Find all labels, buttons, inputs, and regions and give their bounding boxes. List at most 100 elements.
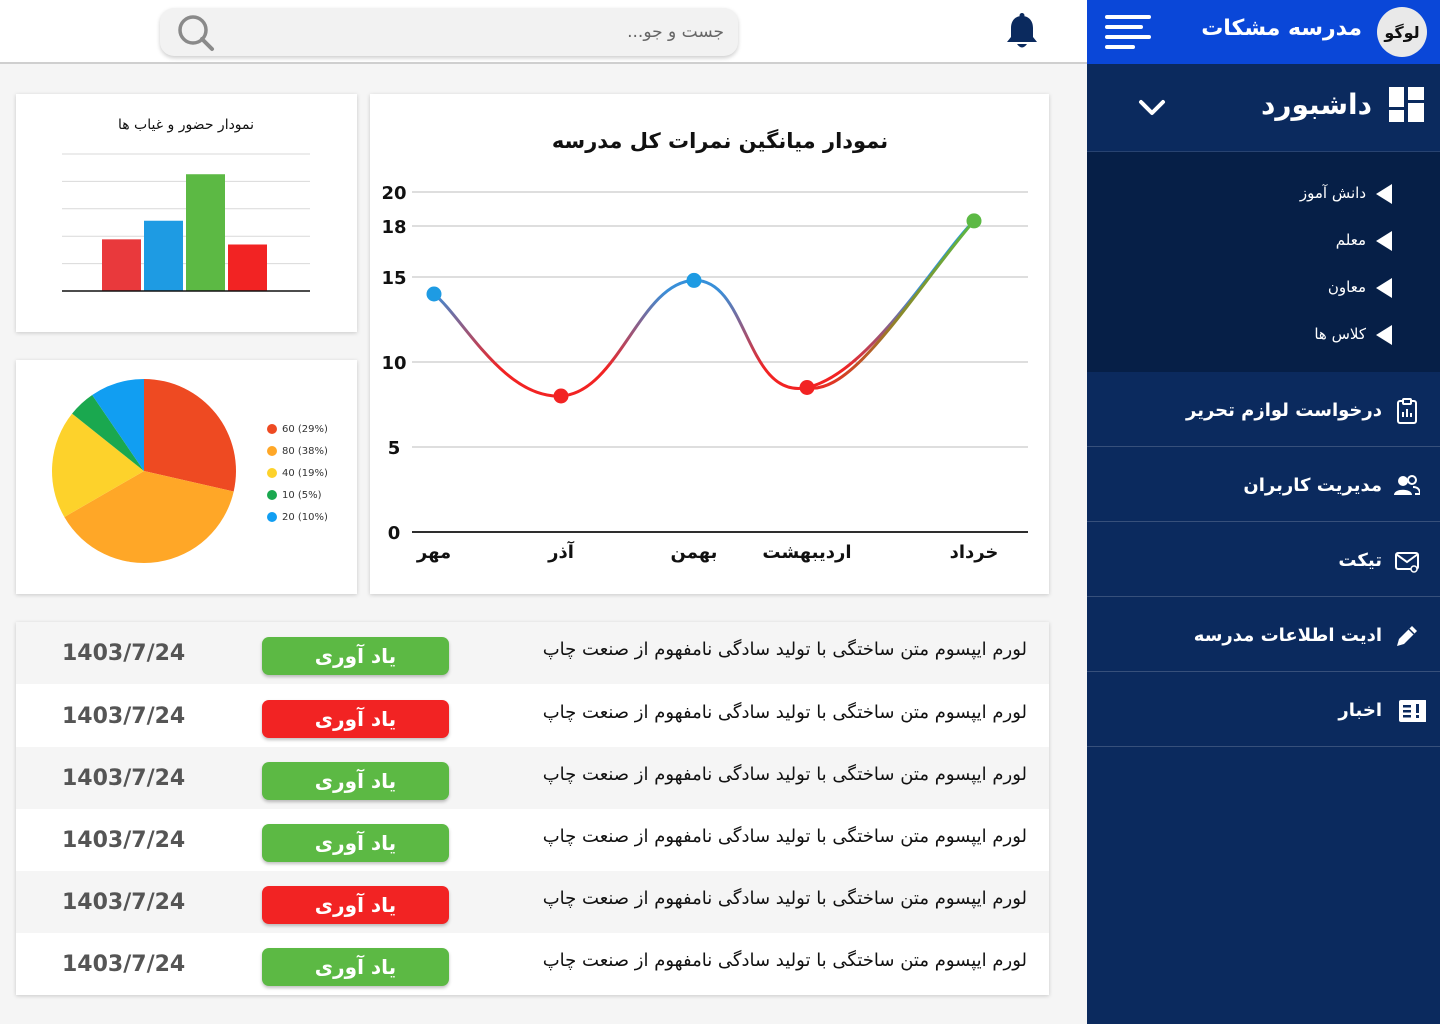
row-date: 1403/7/24 [62, 828, 186, 853]
chevron-down-icon[interactable] [1137, 92, 1167, 122]
legend-item: 60 (29%) [267, 424, 328, 435]
reminder-button[interactable]: یاد آوری [262, 948, 449, 986]
x-tick-label: آذر [547, 540, 575, 563]
data-point [799, 380, 815, 395]
dashboard-icon [1389, 87, 1424, 122]
bar [228, 244, 267, 291]
logo: لوگو [1377, 7, 1427, 57]
y-tick-label: 5 [388, 438, 401, 459]
submenu-item-deputy[interactable]: معاون [1087, 276, 1440, 323]
submenu-item-teachers[interactable]: معلم [1087, 229, 1440, 276]
data-point [426, 286, 442, 302]
row-date: 1403/7/24 [62, 766, 186, 791]
users-icon [1394, 475, 1420, 495]
average-grades-chart-card: نمودار میانگین نمرات کل مدرسه 0 5 10 15 18 20… [370, 94, 1049, 594]
legend-item: 40 (19%) [267, 468, 328, 479]
row-text: لورم ایپسوم متن ساختگی با تولید سادگی نا… [542, 639, 1027, 660]
attendance-chart-card: نمودار حضور و غیاب ها [16, 94, 357, 332]
reminders-table: 1403/7/24 یاد آوری لورم ایپسوم متن ساختگی … [16, 622, 1049, 995]
average-grades-line-chart: نمودار میانگین نمرات کل مدرسه 0 5 10 15 18 20… [381, 128, 1028, 563]
caret-left-icon [1376, 278, 1392, 298]
row-text: لورم ایپسوم متن ساختگی با تولید سادگی نا… [542, 702, 1027, 723]
submenu-item-classes[interactable]: کلاس ها [1087, 323, 1440, 370]
table-row: 1403/7/24 یاد آوری لورم ایپسوم متن ساختگی … [16, 685, 1049, 747]
dashboard-submenu: دانش آموز معلم معاون کلاس ها [1087, 152, 1440, 372]
data-point [686, 272, 702, 288]
submenu-item-label: معاون [1327, 278, 1366, 296]
sidebar-item-user-management[interactable]: مدیریت کاربران [1087, 447, 1440, 522]
caret-left-icon [1376, 184, 1392, 204]
table-row: 1403/7/24 یاد آوری لورم ایپسوم متن ساختگی … [16, 622, 1049, 684]
sidebar-item-label: درخواست لوازم تحریر [1186, 400, 1382, 421]
submenu-item-label: معلم [1335, 231, 1366, 249]
sidebar-item-edit-school-info[interactable]: ادیت اطلاعات مدرسه [1087, 597, 1440, 672]
row-text: لورم ایپسوم متن ساختگی با تولید سادگی نا… [542, 950, 1027, 971]
legend-color-dot [267, 490, 277, 500]
reminder-button[interactable]: یاد آوری [262, 824, 449, 862]
pencil-icon [1397, 626, 1417, 646]
sidebar-item-dashboard[interactable]: داشبورد [1087, 64, 1440, 152]
reminder-button[interactable]: یاد آوری [262, 762, 449, 800]
table-row: 1403/7/24 یاد آوری لورم ایپسوم متن ساختگی … [16, 809, 1049, 871]
row-date: 1403/7/24 [62, 641, 186, 666]
sidebar-item-news[interactable]: اخبار [1087, 672, 1440, 747]
legend-label: 80 (38%) [282, 446, 328, 457]
legend-label: 60 (29%) [282, 424, 328, 435]
chart-title: نمودار میانگین نمرات کل مدرسه [552, 128, 888, 153]
envelope-icon [1395, 552, 1419, 573]
data-point [966, 213, 982, 229]
row-date: 1403/7/24 [62, 952, 186, 977]
legend-color-dot [267, 424, 277, 434]
series-line [433, 219, 976, 398]
school-name: مدرسه مشکات [1201, 16, 1362, 41]
row-text: لورم ایپسوم متن ساختگی با تولید سادگی نا… [542, 764, 1027, 785]
search-input[interactable] [264, 16, 724, 48]
hamburger-menu-icon[interactable] [1105, 15, 1155, 49]
data-point [553, 388, 569, 404]
top-bar [0, 0, 1087, 64]
submenu-item-label: دانش آموز [1299, 184, 1366, 202]
table-row: 1403/7/24 یاد آوری لورم ایپسوم متن ساختگی … [16, 871, 1049, 933]
y-tick-label: 18 [381, 217, 406, 238]
x-tick-label: بهمن [671, 542, 718, 563]
x-tick-label: مهر [416, 542, 451, 563]
bell-icon[interactable] [1004, 13, 1040, 51]
bar [144, 220, 183, 291]
legend-color-dot [267, 446, 277, 456]
sidebar-item-label: ادیت اطلاعات مدرسه [1193, 625, 1382, 646]
sidebar-item-ticket[interactable]: تیکت [1087, 522, 1440, 597]
series-line-segment [806, 219, 976, 390]
reminder-button[interactable]: یاد آوری [262, 700, 449, 738]
bar [186, 174, 225, 291]
reminder-button[interactable]: یاد آوری [262, 637, 449, 675]
legend-label: 40 (19%) [282, 468, 328, 479]
sidebar-item-label: اخبار [1338, 700, 1382, 721]
legend-item: 20 (10%) [267, 512, 328, 523]
y-tick-label: 0 [388, 523, 401, 544]
submenu-item-students[interactable]: دانش آموز [1087, 182, 1440, 229]
sidebar-item-label: تیکت [1338, 550, 1382, 571]
caret-left-icon [1376, 231, 1392, 251]
news-icon [1399, 700, 1426, 722]
x-tick-label: خرداد [950, 542, 999, 563]
y-tick-label: 10 [381, 353, 406, 374]
chart-title: نمودار حضور و غیاب ها [118, 117, 254, 133]
legend-color-dot [267, 512, 277, 522]
clipboard-icon [1397, 398, 1417, 424]
caret-left-icon [1376, 325, 1392, 345]
search-icon[interactable] [176, 13, 216, 53]
search-box[interactable] [160, 8, 738, 56]
x-tick-label: اردیبهشت [762, 542, 851, 563]
submenu-item-label: کلاس ها [1314, 325, 1366, 343]
table-row: 1403/7/24 یاد آوری لورم ایپسوم متن ساختگی … [16, 933, 1049, 995]
sidebar: لوگو مدرسه مشکات داشبورد دانش آموز معلم [1087, 0, 1440, 1024]
y-tick-label: 15 [381, 268, 406, 289]
attendance-bar-chart: نمودار حضور و غیاب ها [62, 117, 310, 292]
row-date: 1403/7/24 [62, 704, 186, 729]
legend-color-dot [267, 468, 277, 478]
sidebar-item-stationery-request[interactable]: درخواست لوازم تحریر [1087, 372, 1440, 447]
y-tick-label: 20 [381, 183, 406, 204]
reminder-button[interactable]: یاد آوری [262, 886, 449, 924]
legend-item: 10 (5%) [267, 490, 322, 501]
legend-label: 20 (10%) [282, 512, 328, 523]
